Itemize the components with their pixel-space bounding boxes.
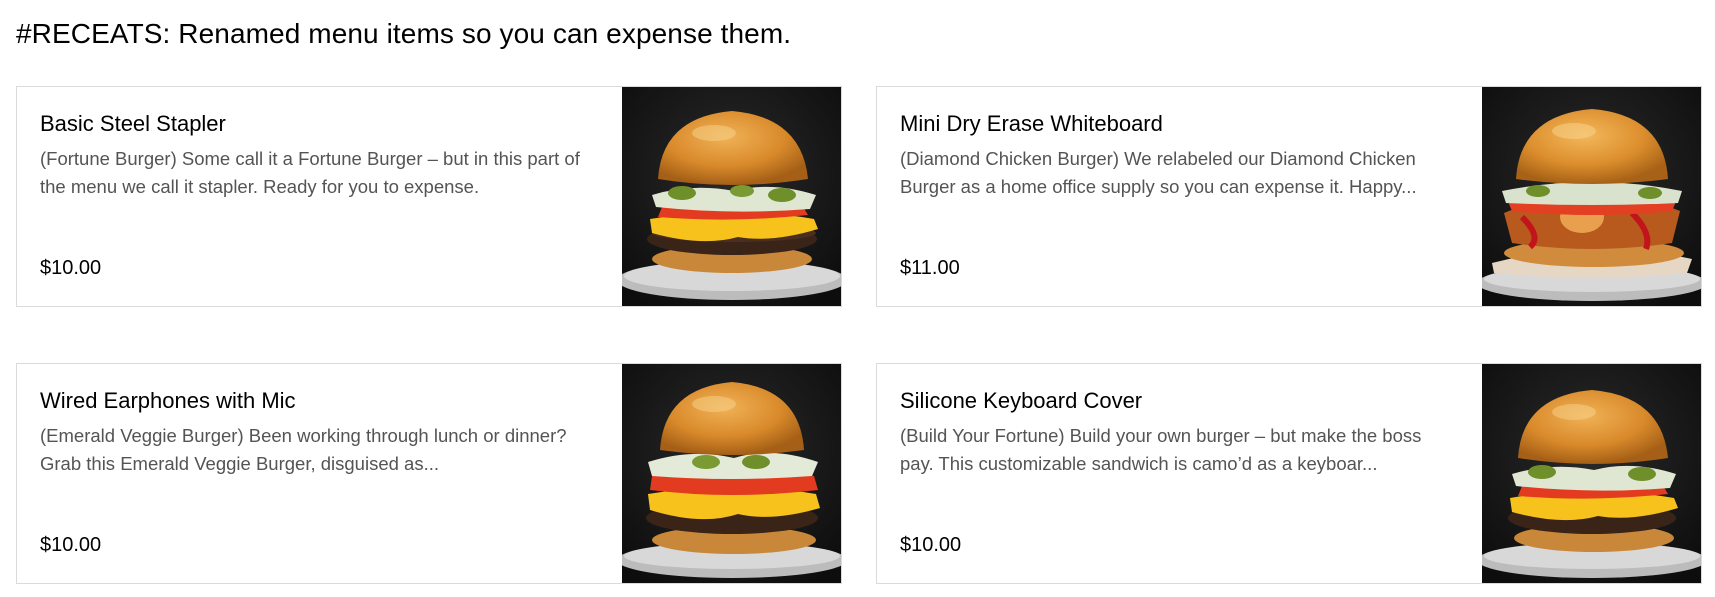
menu-item-description: (Diamond Chicken Burger) We relabeled ou… — [900, 148, 1417, 197]
burger-icon — [622, 87, 841, 306]
menu-item-card[interactable]: Mini Dry Erase Whiteboard (Diamond Chick… — [876, 86, 1702, 307]
section-title: #RECEATS: Renamed menu items so you can … — [16, 18, 792, 49]
menu-item-name: Mini Dry Erase Whiteboard — [900, 111, 1163, 136]
menu-item-card[interactable]: Wired Earphones with Mic (Emerald Veggie… — [16, 363, 842, 584]
menu-item-price: $10.00 — [40, 257, 102, 279]
veggie-burger-photo[interactable] — [622, 364, 841, 583]
burger-icon — [622, 364, 841, 583]
burger-icon — [1482, 364, 1701, 583]
menu-item-price: $10.00 — [900, 534, 962, 556]
menu-item-price: $11.00 — [900, 257, 960, 279]
menu-item-name: Wired Earphones with Mic — [40, 388, 296, 413]
chicken-burger-photo[interactable] — [1482, 87, 1701, 306]
fortune-burger-photo[interactable] — [622, 87, 841, 306]
menu-item-card[interactable]: Basic Steel Stapler (Fortune Burger) Som… — [16, 86, 842, 307]
menu-item-description: (Emerald Veggie Burger) Been working thr… — [40, 425, 567, 474]
menu-item-description: (Build Your Fortune) Build your own burg… — [900, 425, 1422, 474]
menu-item-info: Mini Dry Erase Whiteboard (Diamond Chick… — [900, 109, 1460, 289]
menu-item-card[interactable]: Silicone Keyboard Cover (Build Your Fort… — [876, 363, 1702, 584]
menu-item-info: Silicone Keyboard Cover (Build Your Fort… — [900, 386, 1460, 566]
menu-items-grid: Basic Steel Stapler (Fortune Burger) Som… — [16, 86, 1715, 586]
menu-item-info: Basic Steel Stapler (Fortune Burger) Som… — [40, 109, 600, 289]
menu-item-price: $10.00 — [40, 534, 102, 556]
burger-icon — [1482, 87, 1701, 306]
menu-item-info: Wired Earphones with Mic (Emerald Veggie… — [40, 386, 600, 566]
build-your-own-burger-photo[interactable] — [1482, 364, 1701, 583]
menu-item-description: (Fortune Burger) Some call it a Fortune … — [40, 148, 580, 197]
menu-item-name: Silicone Keyboard Cover — [900, 388, 1143, 413]
menu-item-name: Basic Steel Stapler — [40, 111, 226, 136]
